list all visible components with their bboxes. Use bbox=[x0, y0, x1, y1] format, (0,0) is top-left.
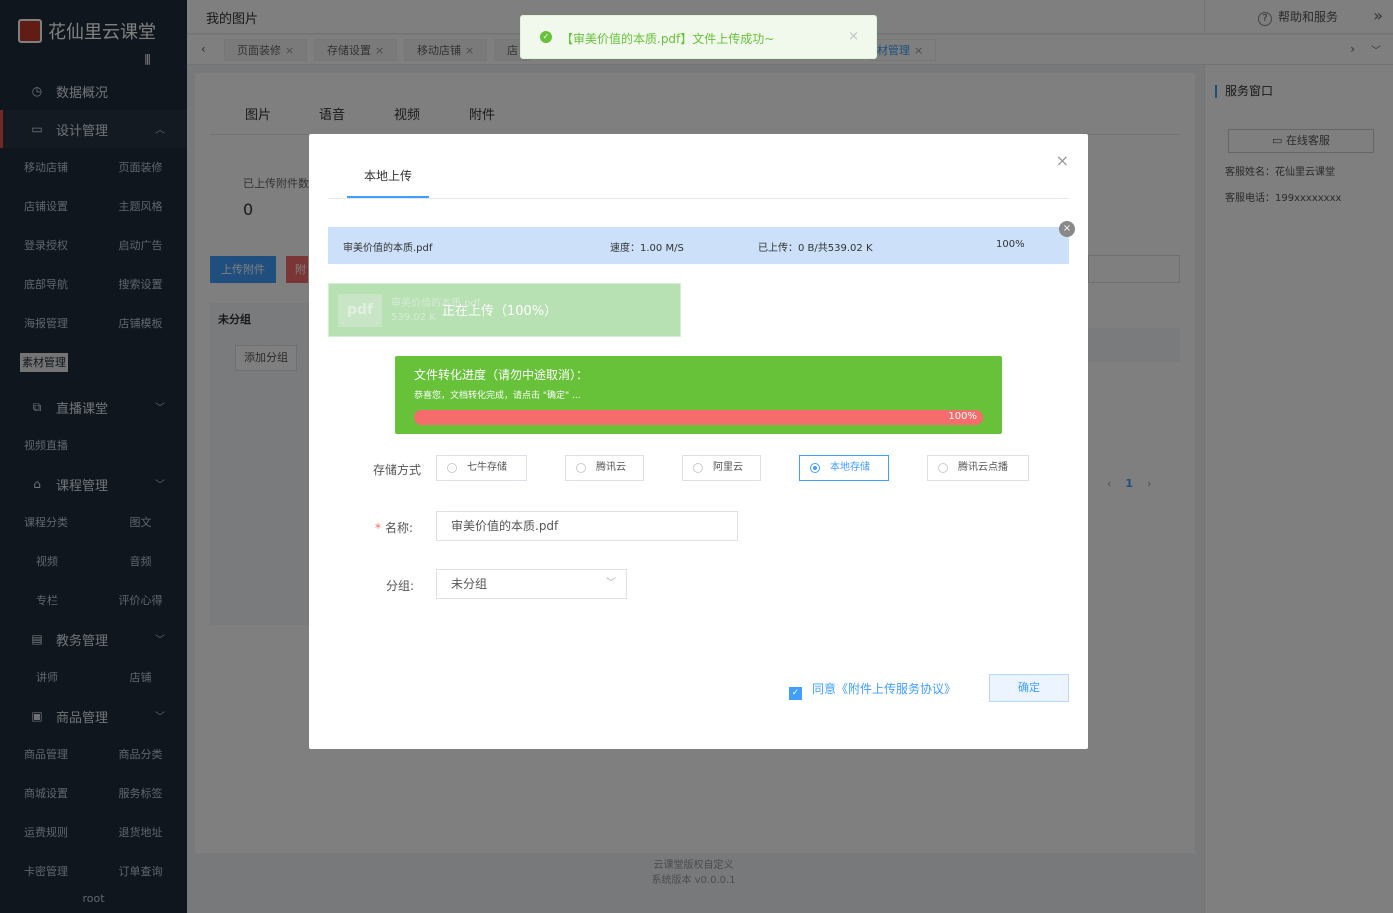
radio-icon bbox=[693, 463, 703, 473]
storage-label: 存储方式 bbox=[373, 463, 422, 477]
toast-message: 【审美价值的本质.pdf】文件上传成功~ bbox=[561, 32, 775, 46]
confirm-button[interactable]: 确定 bbox=[989, 674, 1069, 702]
option-label: 本地存储 bbox=[830, 462, 870, 473]
radio-selected-icon bbox=[810, 463, 820, 473]
success-toast: ✓ 【审美价值的本质.pdf】文件上传成功~ × bbox=[520, 15, 877, 59]
option-label: 阿里云 bbox=[713, 462, 743, 473]
agreement: ✓ 同意《附件上传服务协议》 bbox=[789, 680, 956, 700]
file-row: 审美价值的本质.pdf 速度：1.00 M/S 已上传：0 B/共539.02 … bbox=[328, 227, 1069, 264]
progress-percent: 100% bbox=[948, 411, 977, 422]
conversion-progress-panel: 文件转化进度（请勿中途取消）： 恭喜您，文档转化完成，请点击 "确定" ... … bbox=[395, 356, 1002, 434]
file-name: 审美价值的本质.pdf bbox=[343, 243, 433, 254]
storage-option-tencent[interactable]: 腾讯云 bbox=[565, 455, 644, 481]
group-select-value: 未分组 bbox=[451, 577, 488, 591]
storage-option-aliyun[interactable]: 阿里云 bbox=[682, 455, 761, 481]
agree-label: 同意 bbox=[812, 682, 837, 696]
upload-dialog: × 本地上传 审美价值的本质.pdf 速度：1.00 M/S 已上传：0 B/共… bbox=[309, 134, 1088, 749]
name-input[interactable]: 审美价值的本质.pdf bbox=[436, 511, 738, 541]
storage-option-local[interactable]: 本地存储 bbox=[799, 455, 889, 481]
option-label: 腾讯云点播 bbox=[958, 462, 1008, 473]
close-icon[interactable]: × bbox=[1056, 151, 1069, 170]
conversion-title: 文件转化进度（请勿中途取消）： bbox=[414, 368, 589, 382]
uploading-status: 正在上传（100%） bbox=[442, 304, 558, 319]
upload-status-card: pdf 审美价值的本质.pdf 539.02 K 正在上传（100%） bbox=[328, 283, 681, 337]
group-select[interactable]: 未分组 ﹀ bbox=[436, 569, 627, 599]
radio-icon bbox=[447, 463, 457, 473]
conversion-progress-bar: 100% bbox=[414, 410, 983, 425]
close-icon[interactable]: × bbox=[848, 29, 859, 44]
remove-file-icon[interactable]: × bbox=[1059, 221, 1075, 237]
storage-option-tencent-vod[interactable]: 腾讯云点播 bbox=[927, 455, 1029, 481]
storage-option-qiniu[interactable]: 七牛存储 bbox=[436, 455, 527, 481]
option-label: 腾讯云 bbox=[596, 462, 626, 473]
pdf-file-icon: pdf bbox=[338, 294, 382, 327]
chevron-down-icon: ﹀ bbox=[606, 578, 616, 589]
divider bbox=[328, 198, 1069, 199]
agree-checkbox[interactable]: ✓ bbox=[789, 687, 802, 700]
group-label: 分组: bbox=[386, 579, 415, 593]
name-label: * 名称: bbox=[375, 519, 413, 536]
radio-icon bbox=[576, 463, 586, 473]
success-check-icon: ✓ bbox=[540, 31, 552, 43]
progress-fill bbox=[414, 410, 983, 425]
required-icon: * bbox=[375, 521, 381, 535]
option-label: 七牛存储 bbox=[467, 462, 507, 473]
uploaded-size: 已上传：0 B/共539.02 K bbox=[758, 243, 873, 254]
card-file-size: 539.02 K bbox=[391, 312, 436, 323]
agreement-link[interactable]: 《附件上传服务协议》 bbox=[836, 682, 956, 696]
tab-local-upload[interactable]: 本地上传 bbox=[347, 167, 429, 198]
upload-percent: 100% bbox=[996, 239, 1025, 250]
upload-speed: 速度：1.00 M/S bbox=[610, 243, 684, 254]
conversion-message: 恭喜您，文档转化完成，请点击 "确定" ... bbox=[414, 391, 581, 401]
radio-icon bbox=[938, 463, 948, 473]
name-label-text: 名称: bbox=[385, 521, 414, 535]
